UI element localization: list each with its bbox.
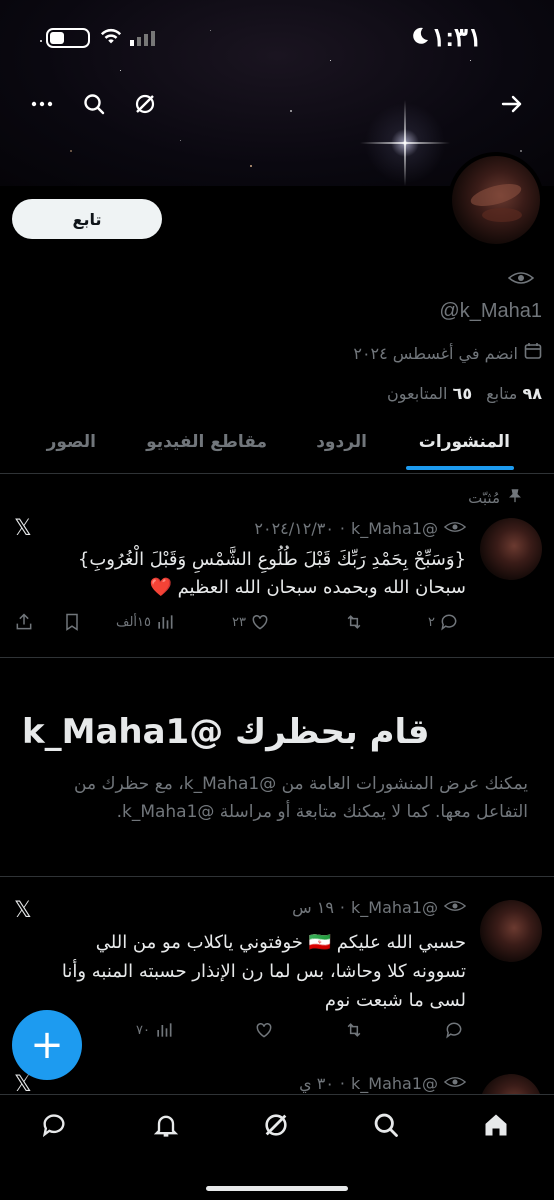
repost-button[interactable] [344,612,364,632]
tab-posts[interactable]: المنشورات [419,432,510,452]
followers-count-link[interactable]: ٦٥ المتابعون [387,384,472,403]
grok-icon[interactable] [262,1111,294,1143]
followers-count: ٦٥ [452,384,473,403]
tweet-date[interactable]: ٢٠٢٤/١٢/٣٠ [254,519,334,538]
plus-icon: + [30,1022,64,1068]
tweet-separator: · [339,1074,345,1093]
tweet-line: سبحان الله وبحمده سبحان الله العظيم ❤️ [149,577,466,598]
home-indicator [206,1186,348,1191]
follow-counts: ٩٨ متابع ٦٥ المتابعون [387,384,542,403]
home-icon[interactable] [482,1111,514,1143]
views-icon [157,1023,172,1037]
tweet-line: حسبي الله عليكم 🇮🇷 خوفتوني ياكلاب مو من … [95,932,466,953]
tab-videos[interactable]: مقاطع الفيديو [146,432,267,452]
views-button[interactable]: ١٥ألف [116,612,175,632]
messages-icon[interactable] [40,1111,72,1143]
joined-date: انضم في أغسطس ٢٠٢٤ [353,342,542,364]
x-logo-icon: 𝕏 [14,516,32,541]
like-button[interactable]: ٢٣ [232,612,270,632]
tweet-handle[interactable]: @k_Maha1 [351,519,438,538]
bottom-navigation [0,1094,554,1200]
tab-photos[interactable]: الصور [47,432,96,452]
bookmark-button[interactable] [62,612,82,632]
views-count: ١٥ألف [116,614,151,630]
wifi-icon [100,28,122,46]
tweet-header: @k_Maha1 · ٢٠٢٤/١٢/٣٠ [254,519,467,538]
repost-icon [347,615,361,629]
views-icon [158,615,173,629]
divider [0,657,554,658]
blocked-description: يمكنك عرض المنشورات العامة من @k_Maha1، … [74,774,528,822]
divider [0,876,554,877]
eye-icon [443,1074,467,1093]
calendar-icon [524,342,542,364]
blocked-title: قام بحظرك @k_Maha1 [22,712,430,752]
search-icon[interactable] [80,90,108,118]
repost-icon [347,1023,361,1037]
tweet-handle[interactable]: @k_Maha1 [351,898,438,917]
follow-button[interactable]: تابع [12,199,162,239]
bookmark-icon [66,613,78,631]
pin-icon [508,489,522,507]
pinned-text: مُثبّت [468,489,500,507]
tweet-separator: · [339,519,345,538]
reply-icon [441,614,457,631]
heart-icon [256,1022,272,1038]
tweet-separator: · [339,898,345,917]
views-button[interactable]: ٧٠ [136,1020,174,1040]
active-tab-indicator [406,466,514,470]
tweet-body[interactable]: {وَسَبِّحْ بِحَمْدِ رَبِّكَ قَبْلَ طُلُو… [16,546,466,602]
tweet-line: {وَسَبِّحْ بِحَمْدِ رَبِّكَ قَبْلَ طُلُو… [77,549,466,570]
profile-avatar[interactable] [448,152,544,248]
share-button[interactable] [14,612,34,632]
x-logo-icon: 𝕏 [14,898,32,923]
tweet-avatar[interactable] [480,518,542,580]
tweet-header: @k_Maha1 · ٣٠ ي [299,1074,467,1093]
followers-label: المتابعون [387,384,448,403]
signal-icon [130,30,160,46]
pinned-label: مُثبّت [468,489,522,507]
moon-icon [410,26,430,46]
reply-count: ٢ [428,614,435,630]
eye-icon [443,898,467,917]
joined-text: انضم في أغسطس ٢٠٢٤ [353,343,518,363]
tweet-time[interactable]: ١٩ س [292,898,334,917]
search-icon[interactable] [372,1111,404,1143]
status-time: ١:٣١ [431,22,482,52]
reply-button[interactable]: ٢ [428,612,459,632]
grok-icon[interactable] [131,90,159,118]
tweet-body[interactable]: حسبي الله عليكم 🇮🇷 خوفتوني ياكلاب مو من … [16,928,466,1015]
compose-button[interactable]: + [12,1010,82,1080]
notifications-icon[interactable] [152,1111,184,1143]
reply-icon [446,1022,462,1039]
tweet-avatar[interactable] [480,900,542,962]
back-arrow-icon[interactable] [498,90,526,118]
repost-button[interactable] [344,1020,364,1040]
tweet-time[interactable]: ٣٠ ي [299,1074,334,1093]
following-count-link[interactable]: ٩٨ متابع [486,384,542,403]
eye-icon [443,519,467,538]
battery-icon [46,28,90,48]
heart-icon [252,614,268,630]
tweet-handle[interactable]: @k_Maha1 [351,1074,438,1093]
like-button[interactable] [254,1020,274,1040]
following-count: ٩٨ [522,384,542,403]
following-label: متابع [486,384,518,403]
profile-handle: @k_Maha1 [439,300,542,322]
reply-button[interactable] [444,1020,464,1040]
tab-replies[interactable]: الردود [316,432,367,452]
share-icon [16,613,32,630]
more-icon[interactable] [28,90,56,118]
tweet-header: @k_Maha1 · ١٩ س [292,898,467,917]
status-bar: ١:٣١ [0,0,554,76]
tweet-line: لسى ما شبعت نوم [324,990,466,1011]
eye-icon [507,270,535,286]
like-count: ٢٣ [232,614,246,630]
views-count: ٧٠ [136,1022,150,1038]
tweet-line: تسوونه كلا وحاشا، بس لما رن الإنذار حسبت… [61,961,466,982]
